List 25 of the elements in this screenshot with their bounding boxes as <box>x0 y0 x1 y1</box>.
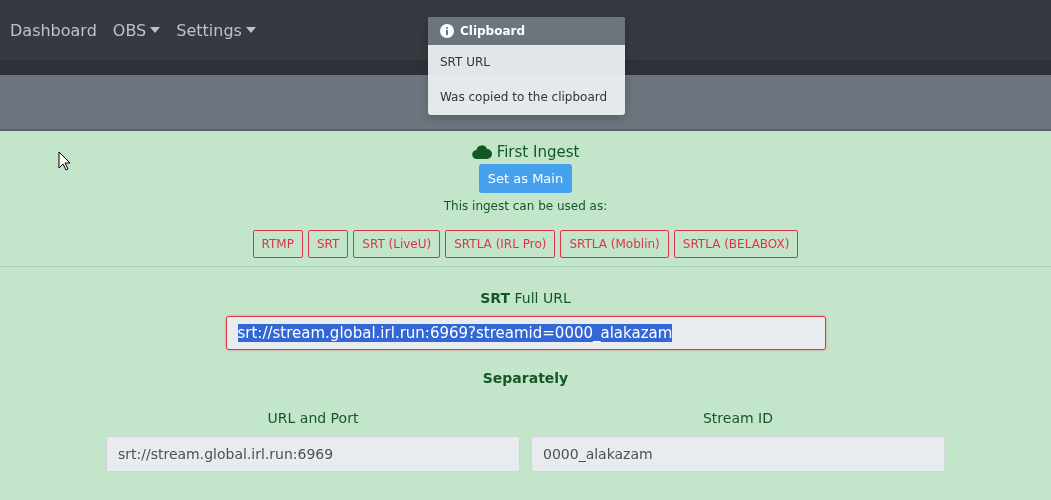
field-label: URL and Port <box>267 410 359 426</box>
protocol-button[interactable]: SRTLA (IRL Pro) <box>445 230 556 258</box>
nav-link[interactable]: Settings <box>176 20 256 40</box>
ingest-name: First Ingest <box>496 143 580 161</box>
toast-message: Was copied to the clipboard <box>439 89 609 106</box>
protocol-button[interactable]: RTMP <box>252 230 303 258</box>
mouse-pointer-icon <box>58 151 71 171</box>
set-as-main-button[interactable]: Set as Main <box>478 164 573 193</box>
protocol-button[interactable]: SRT <box>307 230 349 258</box>
toast-message: SRT URL <box>439 54 492 71</box>
protocol-button[interactable]: SRT (LiveU) <box>353 230 441 258</box>
nav-link[interactable]: OBS <box>112 20 161 40</box>
full-url-label: SRT Full URL <box>480 290 571 306</box>
toast-title: Clipboard <box>460 24 526 38</box>
cloud-icon <box>471 145 492 159</box>
usage-text: This ingest can be used as: <box>443 199 608 213</box>
separately-heading: Separately <box>482 370 569 386</box>
nav-link[interactable]: Dashboard <box>10 20 97 40</box>
info-icon <box>440 24 454 38</box>
input-field[interactable]: srt://stream.global.irl.run:6969 <box>106 436 520 472</box>
full-url-field[interactable]: srt://stream.global.irl.run:6969?streamid=0000_alakazam <box>225 316 826 350</box>
input-field[interactable]: 0000_alakazam <box>531 436 945 472</box>
protocol-button[interactable]: SRTLA (BELABOX) <box>673 230 799 258</box>
protocol-button[interactable]: SRTLA (Moblin) <box>560 230 669 258</box>
field-label: Stream ID <box>703 410 773 426</box>
